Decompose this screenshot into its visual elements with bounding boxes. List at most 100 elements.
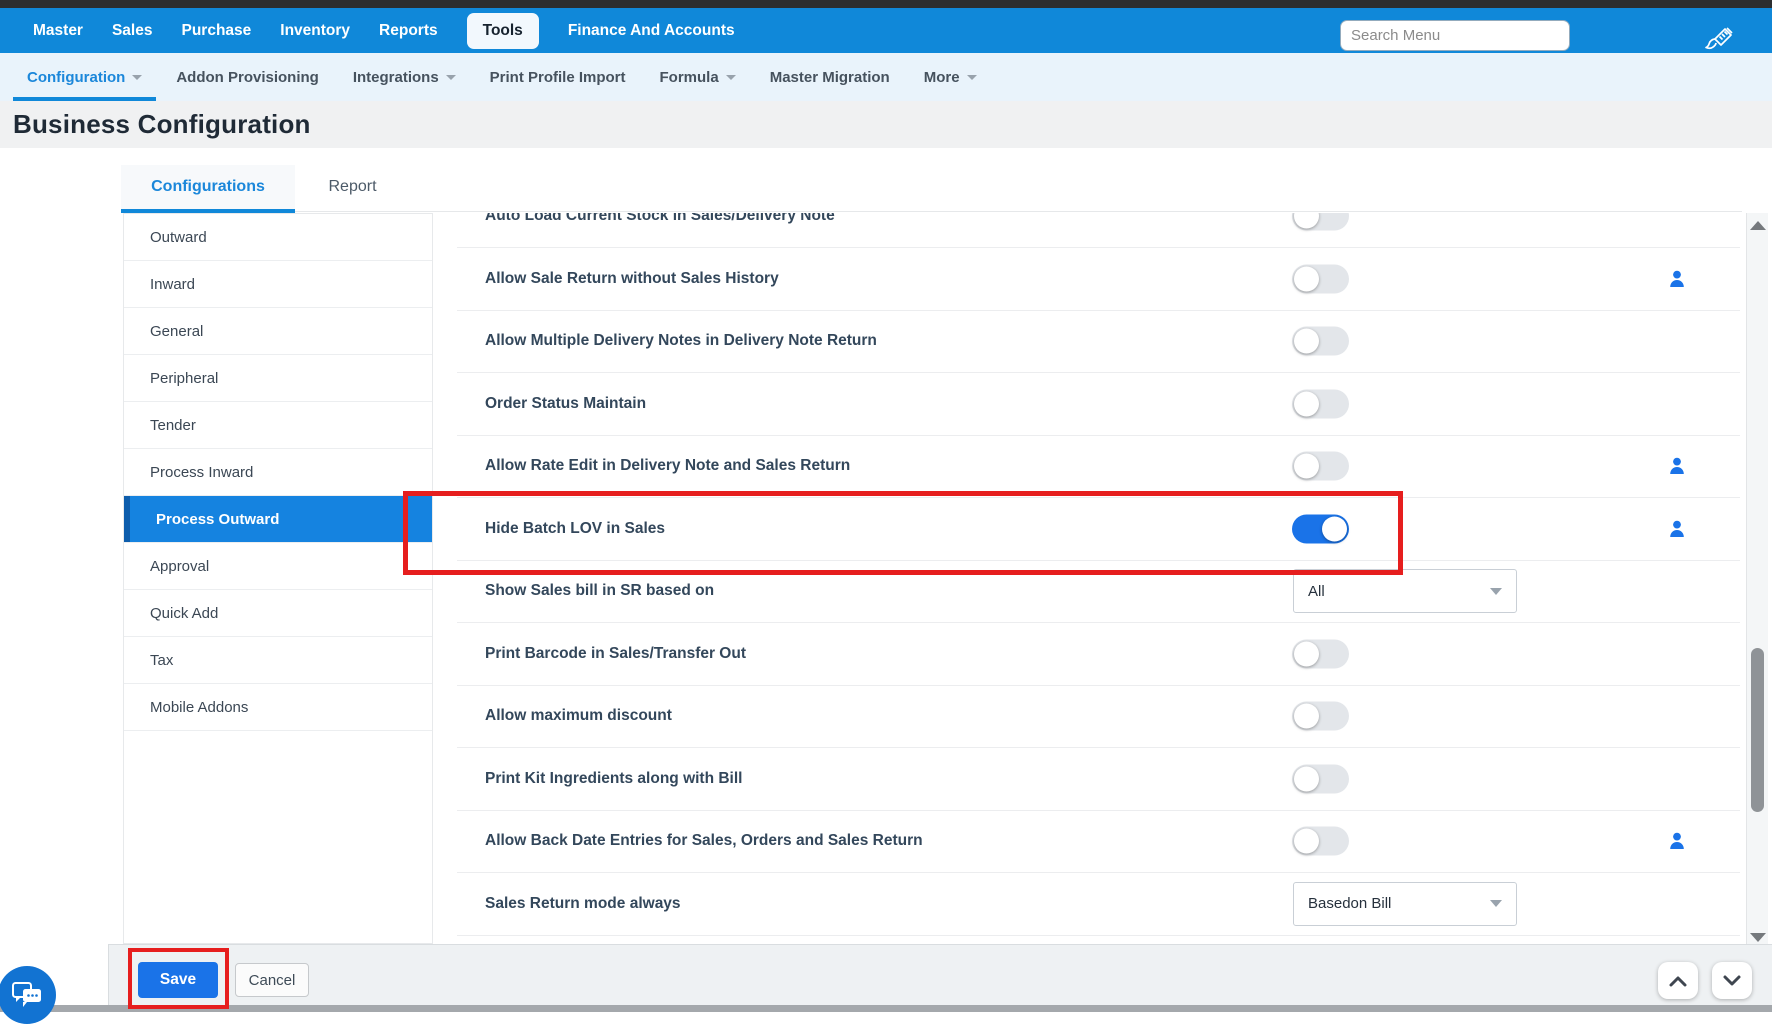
toggle-switch[interactable]: [1292, 827, 1349, 856]
settings-list: Auto Load Current Stock in Sales/Deliver…: [433, 213, 1740, 944]
nav-item-reports[interactable]: Reports: [379, 22, 438, 40]
sidebar-item-process-inward[interactable]: Process Inward: [124, 449, 432, 496]
title-bar: Business Configuration: [0, 101, 1772, 148]
chevron-down-icon: [132, 75, 142, 80]
subnav-item-master-migration[interactable]: Master Migration: [770, 69, 890, 86]
chevron-down-icon: [1490, 588, 1502, 595]
select-value: All: [1308, 583, 1490, 600]
settings-row-allow-rate-edit-in-delivery-note-and-sales-return: Allow Rate Edit in Delivery Note and Sal…: [457, 436, 1740, 499]
toggle-switch[interactable]: [1292, 389, 1349, 418]
user-permission-icon[interactable]: [1669, 520, 1685, 538]
footer-bar: [108, 944, 1772, 1005]
chevron-down-icon: [967, 75, 977, 80]
setting-label: Print Barcode in Sales/Transfer Out: [485, 645, 746, 663]
save-button[interactable]: Save: [138, 962, 218, 998]
vertical-scrollbar: [1746, 213, 1768, 950]
user-permission-icon[interactable]: [1669, 457, 1685, 475]
sidebar-item-approval[interactable]: Approval: [124, 543, 432, 590]
settings-row-hide-batch-lov-in-sales: Hide Batch LOV in Sales: [457, 498, 1740, 561]
setting-label: Allow maximum discount: [485, 707, 672, 725]
toggle-knob: [1294, 641, 1319, 666]
sidebar-item-general[interactable]: General: [124, 308, 432, 355]
nav-item-master[interactable]: Master: [33, 22, 83, 40]
tab-report[interactable]: Report: [295, 165, 410, 209]
select-value: Basedon Bill: [1308, 895, 1490, 912]
subnav-item-integrations[interactable]: Integrations: [353, 69, 456, 86]
window-bottom-strip: [0, 1005, 1772, 1012]
toggle-switch[interactable]: [1292, 327, 1349, 356]
subnav-item-formula[interactable]: Formula: [660, 69, 736, 86]
settings-row-order-status-maintain: Order Status Maintain: [457, 373, 1740, 436]
sidebar-item-peripheral[interactable]: Peripheral: [124, 355, 432, 402]
sidebar-item-quick-add[interactable]: Quick Add: [124, 590, 432, 637]
scrollbar-thumb[interactable]: [1751, 648, 1764, 812]
paint-brush-icon[interactable]: [1700, 20, 1736, 54]
sidebar-item-outward[interactable]: Outward: [124, 214, 432, 261]
toggle-switch[interactable]: [1292, 639, 1349, 668]
tab-configurations[interactable]: Configurations: [121, 165, 295, 209]
nav-item-purchase[interactable]: Purchase: [181, 22, 251, 40]
search-input[interactable]: [1340, 20, 1570, 51]
secondary-navbar: Configuration Addon Provisioning Integra…: [0, 53, 1772, 101]
subnav-item-configuration[interactable]: Configuration: [27, 69, 142, 86]
toggle-knob: [1294, 766, 1319, 791]
subnav-item-addon-provisioning[interactable]: Addon Provisioning: [176, 69, 319, 86]
user-permission-icon[interactable]: [1669, 270, 1685, 288]
chevron-down-icon: [1490, 900, 1502, 907]
setting-label: Show Sales bill in SR based on: [485, 582, 714, 600]
nav-item-sales[interactable]: Sales: [112, 22, 153, 40]
scroll-to-bottom-button[interactable]: [1712, 962, 1752, 999]
toggle-switch[interactable]: [1292, 213, 1349, 231]
toggle-switch[interactable]: [1292, 264, 1349, 293]
cancel-button[interactable]: Cancel: [235, 963, 309, 997]
settings-row-allow-sale-return-without-sales-history: Allow Sale Return without Sales History: [457, 248, 1740, 311]
toggle-knob: [1294, 329, 1319, 354]
scrollbar-up-arrow-icon[interactable]: [1750, 221, 1766, 230]
select-control[interactable]: Basedon Bill: [1293, 882, 1517, 926]
chevron-up-icon: [1667, 974, 1689, 988]
main-navbar: Master Sales Purchase Inventory Reports Tools…: [0, 8, 1772, 53]
toggle-knob: [1294, 391, 1319, 416]
toggle-switch[interactable]: [1292, 514, 1349, 543]
sidebar-item-tax[interactable]: Tax: [124, 637, 432, 684]
setting-label: Allow Multiple Delivery Notes in Deliver…: [485, 332, 877, 350]
settings-row-auto-load-current-stock-in-sales-delivery-note: Auto Load Current Stock in Sales/Deliver…: [457, 213, 1740, 248]
settings-row-allow-maximum-discount: Allow maximum discount: [457, 686, 1740, 749]
window-top-strip: [0, 0, 1772, 8]
toggle-knob: [1294, 454, 1319, 479]
setting-label: Allow Rate Edit in Delivery Note and Sal…: [485, 457, 850, 475]
setting-label: Order Status Maintain: [485, 395, 646, 413]
chat-bubbles-icon: [10, 980, 44, 1010]
nav-item-finance-and-accounts[interactable]: Finance And Accounts: [568, 22, 735, 40]
setting-label: Allow Sale Return without Sales History: [485, 270, 779, 288]
page-title: Business Configuration: [0, 109, 311, 140]
sidebar-item-inward[interactable]: Inward: [124, 261, 432, 308]
nav-item-inventory[interactable]: Inventory: [280, 22, 350, 40]
nav-item-tools[interactable]: Tools: [467, 13, 539, 49]
subnav-item-more[interactable]: More: [924, 69, 977, 86]
secondary-nav-items: Configuration Addon Provisioning Integra…: [0, 53, 1772, 101]
chevron-down-icon: [446, 75, 456, 80]
user-permission-icon[interactable]: [1669, 832, 1685, 850]
toggle-switch[interactable]: [1292, 764, 1349, 793]
toggle-knob: [1294, 213, 1319, 229]
select-control[interactable]: All: [1293, 569, 1517, 613]
toggle-switch[interactable]: [1292, 452, 1349, 481]
settings-row-print-kit-ingredients-along-with-bill: Print Kit Ingredients along with Bill: [457, 748, 1740, 811]
sidebar-item-tender[interactable]: Tender: [124, 402, 432, 449]
configuration-sidebar: OutwardInwardGeneralPeripheralTenderProc…: [123, 213, 433, 944]
settings-row-sales-return-mode-always: Sales Return mode always Basedon Bill: [457, 873, 1740, 936]
tab-strip-divider: [121, 211, 1742, 212]
scroll-to-top-button[interactable]: [1658, 962, 1698, 999]
main-nav-items: Master Sales Purchase Inventory Reports Tools…: [0, 13, 735, 49]
subnav-item-print-profile-import[interactable]: Print Profile Import: [490, 69, 626, 86]
sidebar-item-process-outward[interactable]: Process Outward: [124, 496, 432, 543]
toggle-switch[interactable]: [1292, 702, 1349, 731]
toggle-knob: [1322, 516, 1347, 541]
sidebar-item-mobile-addons[interactable]: Mobile Addons: [124, 684, 432, 731]
setting-label: Print Kit Ingredients along with Bill: [485, 770, 742, 788]
chat-widget-button[interactable]: [0, 966, 56, 1024]
settings-row-allow-multiple-delivery-notes-in-delivery-note-return: Allow Multiple Delivery Notes in Deliver…: [457, 311, 1740, 374]
scrollbar-down-arrow-icon[interactable]: [1750, 933, 1766, 942]
setting-label: Allow Back Date Entries for Sales, Order…: [485, 832, 923, 850]
